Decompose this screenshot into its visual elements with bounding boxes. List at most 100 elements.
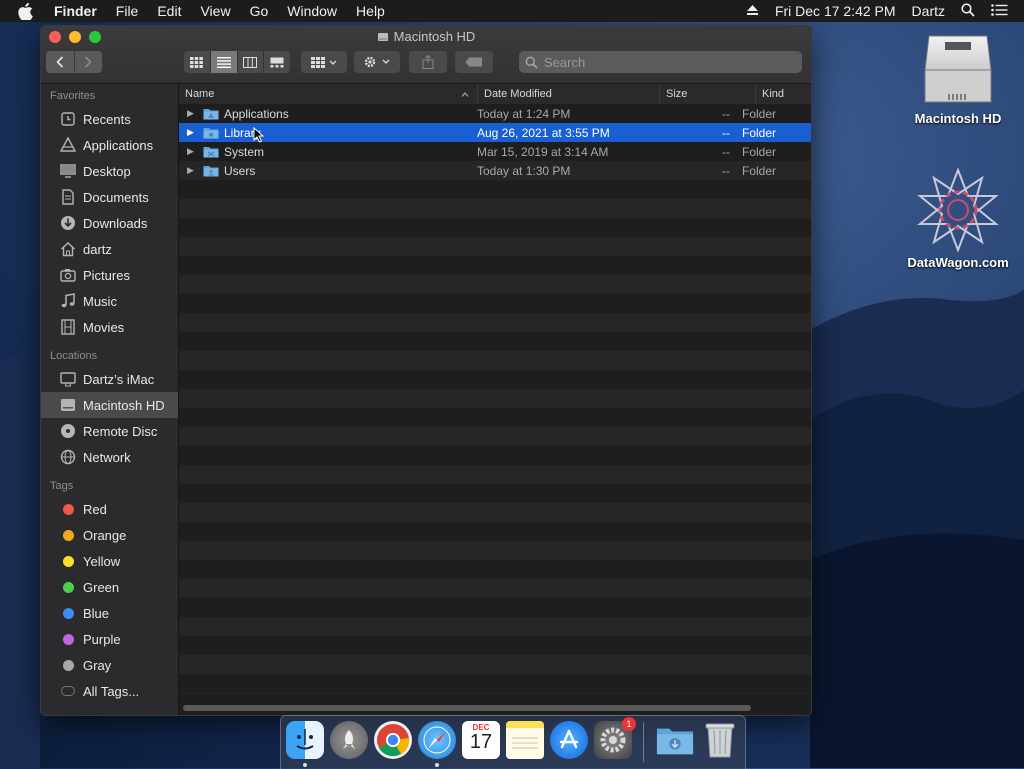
table-row[interactable]: ▶ Users Today at 1:30 PM -- Folder [179,161,811,180]
finder-icon[interactable] [286,721,324,759]
list-view-button[interactable] [209,51,237,73]
sidebar-tag-red[interactable]: Red [41,496,178,522]
sidebar: Favorites Recents Applications Desktop D… [41,84,179,715]
sidebar-item-home[interactable]: dartz [41,236,178,262]
desktop-icon-macintosh-hd[interactable]: Macintosh HD [908,30,1008,126]
disclosure-triangle-icon[interactable]: ▶ [187,127,197,138]
all-tags-icon [59,682,77,700]
table-row[interactable]: ▶ System Mar 15, 2019 at 3:14 AM -- Fold… [179,142,811,161]
disclosure-triangle-icon[interactable]: ▶ [187,146,197,157]
tag-dot-red-icon [62,503,74,515]
sidebar-all-tags[interactable]: All Tags... [41,678,178,704]
sidebar-item-label: Music [83,293,117,309]
file-date: Today at 1:30 PM [477,163,571,178]
sidebar-item-downloads[interactable]: Downloads [41,210,178,236]
disclosure-triangle-icon[interactable]: ▶ [187,165,197,176]
search-input[interactable] [542,53,786,71]
menu-edit[interactable]: Edit [157,3,181,19]
tag-icon [465,57,482,67]
menu-file[interactable]: File [116,3,139,19]
chrome-icon[interactable] [374,721,412,759]
menu-view[interactable]: View [200,3,230,19]
menu-app-name[interactable]: Finder [54,3,97,19]
column-view-button[interactable] [236,51,264,73]
column-name-label: Name [185,88,215,100]
calendar-icon[interactable]: DEC 17 [462,721,500,759]
column-date[interactable]: Date Modified [478,84,660,104]
horizontal-scrollbar[interactable] [183,705,751,711]
forward-button[interactable] [73,51,103,73]
gallery-view-button[interactable] [263,51,290,73]
sidebar-item-recents[interactable]: Recents [41,106,178,132]
sidebar-item-macintosh-hd[interactable]: Macintosh HD [41,392,178,418]
film-icon [59,318,77,336]
column-size-label: Size [666,88,688,100]
action-menu-button[interactable] [354,51,400,73]
desktop-icon-datawagon[interactable]: DataWagon.com [896,167,1020,270]
spotlight-icon[interactable] [961,2,975,20]
eject-icon[interactable] [746,3,759,19]
icon-view-button[interactable] [184,51,210,73]
sidebar-item-label: All Tags... [83,683,140,699]
sidebar-tag-blue[interactable]: Blue [41,600,178,626]
table-row[interactable]: ▶ Applications Today at 1:24 PM -- Folde… [179,104,811,123]
folder-icon [203,147,219,158]
column-size[interactable]: Size [660,84,756,104]
list-icon [216,56,231,68]
notes-icon[interactable] [506,721,544,759]
safari-icon[interactable] [418,721,456,759]
menu-user[interactable]: Dartz [912,3,945,19]
file-name: Applications [224,106,289,121]
notification-center-icon[interactable] [991,3,1008,19]
file-kind: Folder [742,106,777,121]
table-row[interactable]: ▶ Library Aug 26, 2021 at 3:55 PM -- Fol… [179,123,811,143]
search-icon [525,56,538,69]
search-field[interactable] [519,51,802,73]
sidebar-tag-green[interactable]: Green [41,574,178,600]
sidebar-item-desktop[interactable]: Desktop [41,158,178,184]
tag-dot-green-icon [62,581,74,593]
file-kind: Folder [742,125,777,140]
back-button[interactable] [46,51,74,73]
sidebar-item-music[interactable]: Music [41,288,178,314]
disclosure-triangle-icon[interactable]: ▶ [187,108,197,119]
locations-header: Locations [50,350,98,362]
menu-help[interactable]: Help [356,3,385,19]
group-by-button[interactable] [301,51,347,73]
sidebar-tag-gray[interactable]: Gray [41,652,178,678]
sidebar-tag-yellow[interactable]: Yellow [41,548,178,574]
sidebar-tag-orange[interactable]: Orange [41,522,178,548]
sidebar-item-remote-disc[interactable]: Remote Disc [41,418,178,444]
sidebar-item-applications[interactable]: Applications [41,132,178,158]
system-preferences-icon[interactable]: 1 [594,717,636,759]
sidebar-item-network[interactable]: Network [41,444,178,470]
home-icon [59,240,77,258]
trash-icon[interactable] [701,721,739,759]
share-button[interactable] [409,51,447,73]
apple-menu-icon[interactable] [18,0,38,22]
app-store-icon[interactable] [550,721,588,759]
column-name[interactable]: Name [179,84,478,104]
desktop-icon-label: DataWagon.com [907,255,1009,270]
menu-clock[interactable]: Fri Dec 17 2:42 PM [775,3,896,19]
download-icon [59,214,77,232]
share-icon [422,55,434,69]
sidebar-item-label: Applications [83,137,154,153]
gallery-icon [270,57,284,67]
hard-drive-icon [59,396,77,414]
sidebar-tag-purple[interactable]: Purple [41,626,178,652]
launchpad-icon[interactable] [330,721,368,759]
chevron-right-icon [85,56,92,68]
sidebar-item-pictures[interactable]: Pictures [41,262,178,288]
sidebar-item-documents[interactable]: Documents [41,184,178,210]
menu-window[interactable]: Window [287,3,337,19]
folder-icon [203,109,219,120]
menu-go[interactable]: Go [250,3,269,19]
downloads-folder-icon[interactable] [656,721,694,759]
column-kind[interactable]: Kind [756,84,811,104]
sidebar-item-label: Macintosh HD [83,397,165,413]
edit-tags-button[interactable] [455,51,493,73]
sidebar-item-movies[interactable]: Movies [41,314,178,340]
sidebar-item-imac[interactable]: Dartz’s iMac [41,366,178,392]
sidebar-item-label: Pictures [83,267,130,283]
